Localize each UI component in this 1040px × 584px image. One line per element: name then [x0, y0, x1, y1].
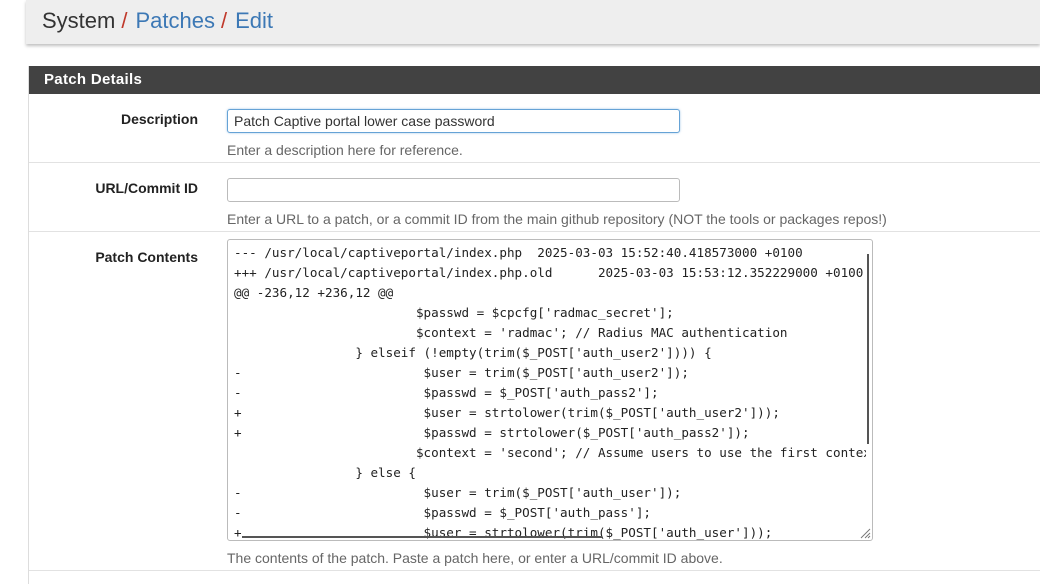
- patch-line: --- /usr/local/captiveportal/index.php 2…: [234, 245, 803, 260]
- description-input[interactable]: [227, 109, 680, 133]
- patch-line: - $user = trim($_POST['auth_user']);: [234, 485, 682, 500]
- url-label: URL/Commit ID: [95, 180, 198, 196]
- patch-line: + $user = strtolower(trim($_POST['auth_u…: [234, 525, 773, 540]
- patch-line: +++ /usr/local/captiveportal/index.php.o…: [234, 265, 864, 280]
- patch-help: The contents of the patch. Paste a patch…: [227, 550, 723, 566]
- breadcrumb-edit-link[interactable]: Edit: [235, 8, 273, 33]
- resize-handle-icon[interactable]: [859, 527, 871, 539]
- patch-line: } elseif (!empty(trim($_POST['auth_user2…: [234, 345, 712, 360]
- vertical-scrollbar[interactable]: [867, 254, 869, 444]
- description-row: Description Enter a description here for…: [29, 94, 1040, 163]
- patch-contents-textarea[interactable]: --- /usr/local/captiveportal/index.php 2…: [227, 239, 873, 541]
- patch-line: $passwd = $cpcfg['radmac_secret'];: [234, 305, 674, 320]
- breadcrumb: System / Patches / Edit: [42, 8, 273, 34]
- patch-text: --- /usr/local/captiveportal/index.php 2…: [234, 243, 866, 540]
- description-label: Description: [120, 111, 198, 127]
- description-help: Enter a description here for reference.: [227, 142, 463, 158]
- breadcrumb-separator: /: [220, 8, 228, 33]
- horizontal-scrollbar[interactable]: [242, 536, 602, 538]
- top-bar: System / Patches / Edit: [26, 0, 1040, 44]
- description-field-group: Enter a description here for reference.: [227, 109, 680, 158]
- url-field-group: Enter a URL to a patch, or a commit ID f…: [227, 178, 887, 227]
- url-commit-input[interactable]: [227, 178, 680, 202]
- breadcrumb-system: System: [42, 8, 116, 33]
- url-help: Enter a URL to a patch, or a commit ID f…: [227, 211, 887, 227]
- patch-contents-label: Patch Contents: [95, 249, 198, 265]
- patch-line: - $passwd = $_POST['auth_pass2'];: [234, 385, 659, 400]
- patch-line: - $passwd = $_POST['auth_pass'];: [234, 505, 652, 520]
- patch-field-group: --- /usr/local/captiveportal/index.php 2…: [227, 239, 873, 566]
- patch-line: + $user = strtolower(trim($_POST['auth_u…: [234, 405, 780, 420]
- breadcrumb-patches-link[interactable]: Patches: [135, 8, 215, 33]
- patch-line: + $passwd = strtolower($_POST['auth_pass…: [234, 425, 750, 440]
- patch-line: - $user = trim($_POST['auth_user2']);: [234, 365, 689, 380]
- patch-line: $context = 'second'; // Assume users to …: [415, 445, 866, 460]
- breadcrumb-separator: /: [121, 8, 128, 33]
- patch-line: @@ -236,12 +236,12 @@: [234, 285, 394, 300]
- patch-line: } else {: [234, 465, 416, 480]
- url-row: URL/Commit ID Enter a URL to a patch, or…: [29, 163, 1040, 232]
- patch-details-panel: Patch Details Description Enter a descri…: [28, 66, 1040, 584]
- patch-contents-row: Patch Contents --- /usr/local/captivepor…: [29, 232, 1040, 571]
- patch-line: $context = 'radmac'; // Radius MAC authe…: [234, 325, 788, 340]
- panel-title: Patch Details: [29, 66, 1040, 94]
